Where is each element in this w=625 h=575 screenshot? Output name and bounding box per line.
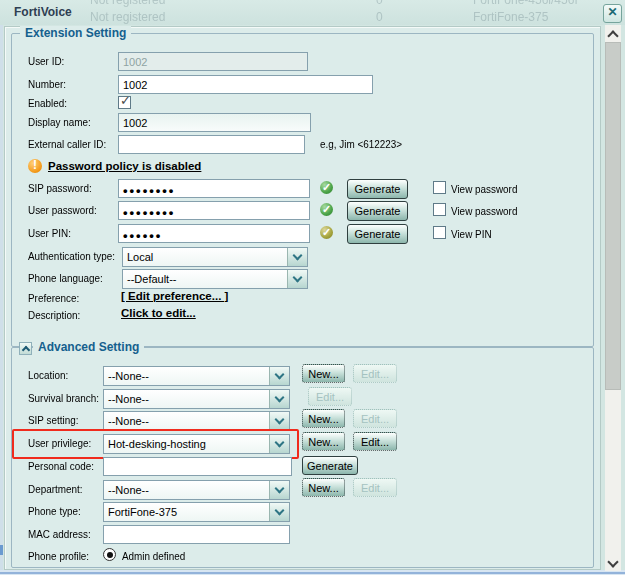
sip-setting-select[interactable]: --None-- (103, 411, 290, 431)
edit-preference-link[interactable]: [ Edit preference... ] (121, 290, 228, 302)
mac-address-field[interactable] (103, 525, 290, 544)
scrollbar-down-icon[interactable] (605, 554, 621, 571)
page-right-edge (621, 25, 625, 570)
pin-generate-button[interactable]: Generate (347, 224, 408, 244)
password-policy-link[interactable]: Password policy is disabled (48, 160, 201, 172)
background-ghost-text: Not registered (90, 10, 165, 24)
department-label: Department: (28, 483, 82, 495)
mac-address-label: MAC address: (28, 528, 91, 540)
survival-branch-edit-button: Edit... (308, 387, 352, 406)
chevron-down-icon[interactable] (287, 248, 307, 266)
view-user-password-label: View password (451, 205, 517, 217)
pin-status-icon: ✓ (320, 226, 333, 239)
view-sip-password-checkbox[interactable] (433, 181, 446, 194)
sip-generate-button[interactable]: Generate (347, 179, 408, 199)
sip-password-label: SIP password: (28, 182, 92, 194)
chevron-down-icon[interactable] (269, 481, 289, 499)
scrollbar[interactable] (605, 25, 621, 571)
personal-code-generate-button[interactable]: Generate (302, 456, 358, 475)
personal-code-field[interactable] (103, 457, 292, 476)
background-ghost-text: 0 (376, 0, 383, 7)
enabled-label: Enabled: (28, 97, 67, 109)
number-field[interactable]: 1002 (118, 75, 373, 94)
background-ghost-text: FortiFone-375 (473, 10, 548, 24)
warning-icon: ! (28, 159, 42, 173)
location-label: Location: (28, 369, 68, 381)
page-left-tick (0, 545, 3, 555)
chevron-down-icon[interactable] (287, 270, 307, 288)
location-select[interactable]: --None-- (103, 366, 290, 386)
chevron-down-icon[interactable] (269, 412, 289, 430)
location-new-button[interactable]: New... (302, 364, 345, 383)
authentication-type-label: Authentication type: (28, 250, 115, 262)
sip-setting-edit-button: Edit... (353, 409, 397, 428)
view-user-password-checkbox[interactable] (433, 203, 446, 216)
chevron-down-icon[interactable] (269, 367, 289, 385)
phone-language-label: Phone language: (28, 272, 103, 284)
description-edit-link[interactable]: Click to edit... (121, 307, 196, 319)
personal-code-label: Personal code: (28, 460, 94, 472)
user-privilege-select[interactable]: Hot-desking-hosting (103, 434, 290, 454)
phone-type-select[interactable]: FortiFone-375 (103, 502, 290, 522)
admin-defined-label: Admin defined (122, 550, 185, 562)
display-name-field[interactable]: 1002 (118, 113, 311, 132)
chevron-down-icon[interactable] (269, 390, 289, 408)
chevron-down-icon[interactable] (269, 435, 289, 453)
close-icon[interactable]: ✕ (603, 4, 622, 23)
phone-type-label: Phone type: (28, 505, 81, 517)
admin-defined-radio[interactable] (103, 548, 116, 561)
view-pin-checkbox[interactable] (433, 226, 446, 239)
page-bottom-line (0, 572, 625, 574)
sip-password-field[interactable]: •••••••• (118, 179, 310, 198)
external-caller-id-field[interactable] (118, 135, 305, 154)
extension-setting-title: Extension Setting (20, 26, 131, 40)
department-new-button[interactable]: New... (302, 478, 345, 497)
user-pin-field[interactable]: •••••• (118, 224, 310, 243)
scrollbar-thumb[interactable] (605, 42, 621, 390)
background-ghost-text: 0 (376, 10, 383, 24)
chevron-down-icon[interactable] (269, 503, 289, 521)
location-edit-button: Edit... (353, 364, 397, 383)
background-ghost-text: FortiFone-456i/456f (473, 0, 578, 7)
view-pin-label: View PIN (451, 228, 492, 240)
page-left-edge (0, 25, 3, 575)
user-password-generate-button[interactable]: Generate (347, 201, 408, 221)
window-title: FortiVoice (14, 5, 72, 19)
department-select[interactable]: --None-- (103, 480, 290, 500)
preference-label: Preference: (28, 292, 79, 304)
user-password-field[interactable]: •••••••• (118, 201, 310, 220)
phone-profile-label: Phone profile: (28, 550, 89, 562)
title-bar: Not registered 0 FortiFone-456i/456f Not… (0, 0, 625, 25)
authentication-type-select[interactable]: Local (122, 247, 308, 267)
survival-branch-select[interactable]: --None-- (103, 389, 290, 409)
enabled-checkbox[interactable]: ✓ (118, 96, 131, 109)
description-label: Description: (28, 309, 80, 321)
number-label: Number: (28, 78, 66, 90)
user-privilege-new-button[interactable]: New... (302, 432, 345, 451)
background-ghost-text: Not registered (90, 0, 165, 7)
external-caller-id-hint: e.g, Jim <612223> (320, 138, 402, 150)
external-caller-id-label: External caller ID: (28, 138, 106, 150)
password-ok-icon: ✓ (320, 181, 333, 194)
user-password-label: User password: (28, 204, 97, 216)
sip-setting-new-button[interactable]: New... (302, 409, 345, 428)
user-id-label: User ID: (28, 55, 64, 67)
view-sip-password-label: View password (451, 183, 517, 195)
survival-branch-label: Survival branch: (28, 392, 99, 404)
advanced-setting-title: Advanced Setting (33, 340, 144, 354)
display-name-label: Display name: (28, 116, 91, 128)
user-privilege-label: User privilege: (28, 437, 91, 449)
collapse-icon[interactable] (19, 342, 32, 355)
sip-setting-label: SIP setting: (28, 414, 78, 426)
scrollbar-up-icon[interactable] (605, 25, 621, 42)
phone-language-select[interactable]: --Default-- (122, 269, 308, 289)
password-ok-icon: ✓ (320, 203, 333, 216)
department-edit-button: Edit... (353, 478, 397, 497)
user-privilege-edit-button[interactable]: Edit... (353, 432, 397, 451)
user-pin-label: User PIN: (28, 227, 71, 239)
user-id-field: 1002 (118, 52, 308, 71)
